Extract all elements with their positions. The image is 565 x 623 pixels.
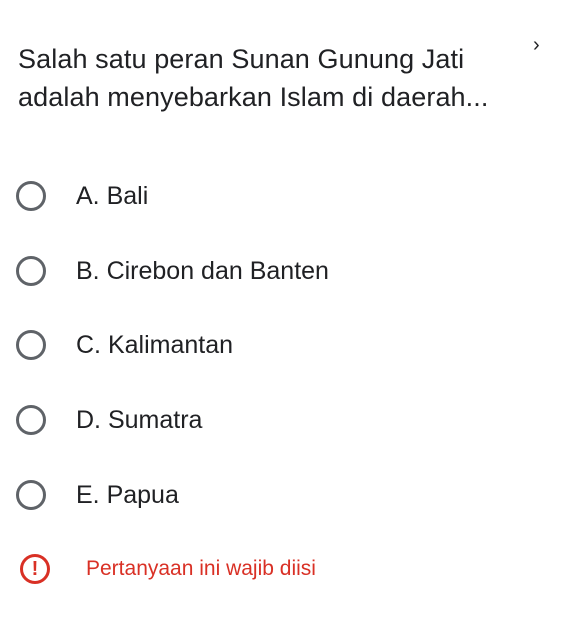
required-error: ! Pertanyaan ini wajib diisi — [20, 554, 316, 584]
error-message: Pertanyaan ini wajib diisi — [86, 557, 316, 580]
question-line-2: adalah menyebarkan Islam di daerah... — [18, 82, 489, 112]
option-d[interactable]: D. Sumatra — [16, 400, 202, 440]
radio-icon[interactable] — [16, 405, 46, 435]
radio-icon[interactable] — [16, 480, 46, 510]
error-icon: ! — [20, 554, 50, 584]
radio-icon[interactable] — [16, 330, 46, 360]
radio-icon[interactable] — [16, 181, 46, 211]
option-a-label: A. Bali — [76, 181, 149, 210]
question-text: Salah satu peran Sunan Gunung Jati adala… — [18, 40, 538, 116]
option-e[interactable]: E. Papua — [16, 475, 179, 515]
option-c[interactable]: C. Kalimantan — [16, 325, 233, 365]
option-e-label: E. Papua — [76, 480, 179, 509]
option-d-label: D. Sumatra — [76, 405, 203, 434]
question-line-1: Salah satu peran Sunan Gunung Jati — [18, 44, 465, 74]
option-c-label: C. Kalimantan — [76, 330, 234, 359]
radio-icon[interactable] — [16, 256, 46, 286]
option-a[interactable]: A. Bali — [16, 176, 148, 216]
question-mark-glyph: › — [533, 34, 540, 56]
option-b[interactable]: B. Cirebon dan Banten — [16, 251, 329, 291]
option-b-label: B. Cirebon dan Banten — [76, 256, 329, 285]
